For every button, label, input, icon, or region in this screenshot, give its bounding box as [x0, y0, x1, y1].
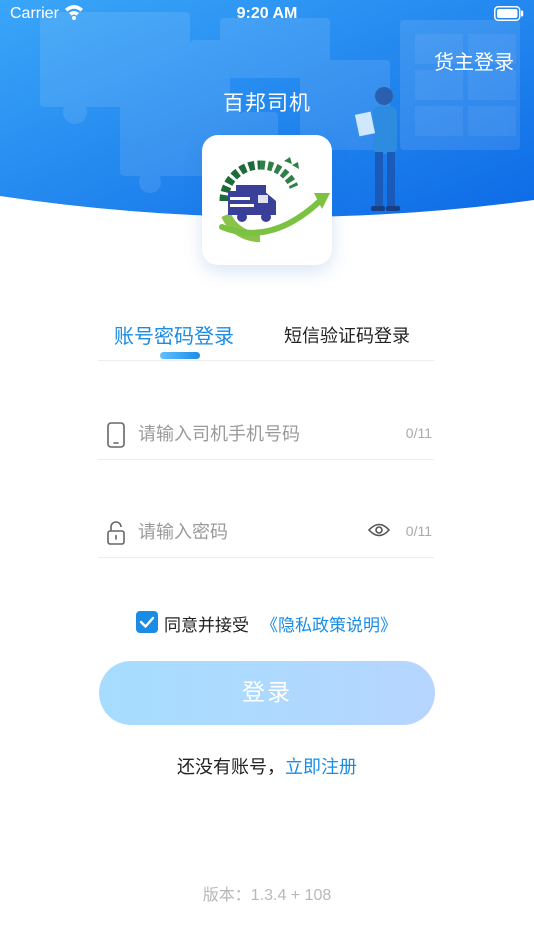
app-version: 版本：1.3.4 + 108: [0, 881, 534, 905]
version-number: 1.3.4 + 108: [250, 887, 332, 904]
login-mode-tabs: 账号密码登录 短信验证码登录: [98, 314, 434, 361]
lock-icon: [106, 520, 126, 550]
active-tab-indicator: [160, 352, 200, 359]
battery-icon: [494, 6, 524, 25]
tab-password-login[interactable]: 账号密码登录: [114, 320, 234, 349]
privacy-policy-link[interactable]: 《隐私政策说明》: [261, 611, 397, 636]
app-logo-card: [202, 135, 332, 265]
app-title: 百邦司机: [223, 91, 311, 115]
version-label: 版本：: [202, 885, 251, 904]
status-time: 9:20 AM: [236, 5, 298, 22]
register-link[interactable]: 立即注册: [285, 757, 357, 778]
phone-input[interactable]: [138, 418, 358, 450]
eye-icon[interactable]: [367, 522, 391, 542]
owner-login-link[interactable]: 货主登录: [434, 46, 514, 75]
login-button[interactable]: 登录: [99, 661, 435, 725]
password-char-counter: 0/11: [405, 523, 432, 539]
checkbox-checked-icon[interactable]: [136, 611, 158, 633]
tab-sms-login[interactable]: 短信验证码登录: [284, 322, 410, 348]
status-bar: Carrier 9:20 AM: [0, 0, 534, 28]
phone-char-counter: 0/11: [405, 425, 432, 441]
phone-icon: [106, 422, 126, 452]
app-logo: [219, 157, 330, 242]
agreement-text: 同意并接受: [164, 616, 249, 636]
password-input[interactable]: [138, 516, 358, 548]
phone-field: 0/11: [98, 408, 434, 460]
register-row: 还没有账号，立即注册: [0, 753, 534, 779]
register-prompt: 还没有账号，: [177, 757, 285, 778]
password-field: 0/11: [98, 506, 434, 558]
